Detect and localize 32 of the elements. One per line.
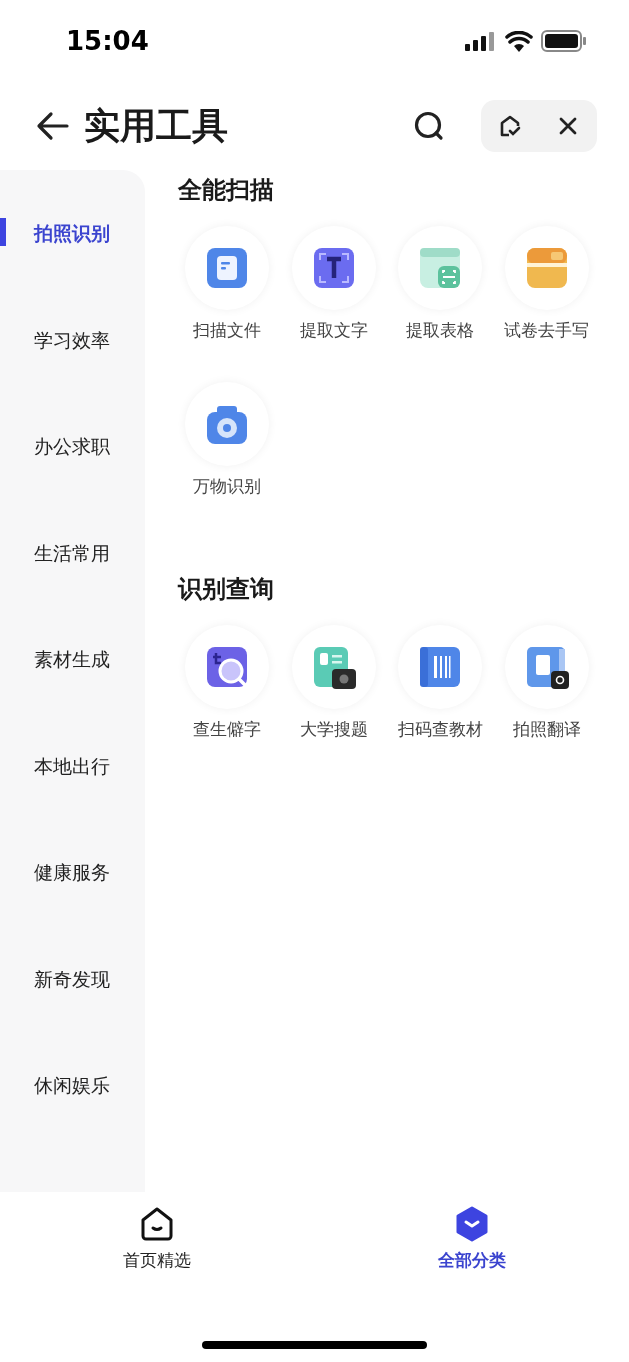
home-icon	[139, 1206, 176, 1242]
house-check-icon	[498, 114, 522, 138]
category-tab[interactable]: 素材生成	[34, 645, 110, 674]
barcode-book-icon	[418, 645, 463, 689]
wifi-icon	[505, 30, 533, 52]
document-icon	[205, 246, 250, 290]
page-title: 实用工具	[84, 104, 228, 148]
text-scan-icon	[311, 246, 356, 290]
back-arrow-icon	[35, 111, 69, 141]
section-title: 全能扫描	[178, 175, 275, 206]
selection-indicator	[0, 218, 6, 246]
exam-paper-icon	[524, 246, 569, 290]
category-tab[interactable]: 生活常用	[34, 538, 110, 567]
category-tab[interactable]: 办公求职	[34, 432, 110, 461]
section-title: 识别查询	[178, 574, 275, 605]
status-time: 15:04	[66, 24, 149, 58]
category-tab[interactable]: 健康服务	[34, 858, 110, 887]
table-scan-icon	[418, 246, 463, 290]
category-tab[interactable]: 休闲娱乐	[34, 1071, 110, 1100]
signal-icon	[465, 31, 497, 51]
close-icon	[558, 116, 578, 136]
category-tab[interactable]: 本地出行	[34, 751, 110, 780]
category-tab[interactable]: 拍照识别	[34, 219, 110, 248]
category-tab[interactable]: 新奇发现	[34, 964, 110, 993]
nav-tab[interactable]: 首页精选	[0, 1206, 315, 1282]
nav-tab[interactable]: 全部分类	[314, 1206, 629, 1282]
search-icon	[413, 110, 445, 142]
translate-camera-icon	[524, 645, 569, 689]
category-tab[interactable]: 学习效率	[34, 325, 110, 354]
magnifier-icon	[205, 645, 250, 689]
battery-icon	[541, 30, 587, 52]
question-camera-icon	[311, 645, 356, 689]
